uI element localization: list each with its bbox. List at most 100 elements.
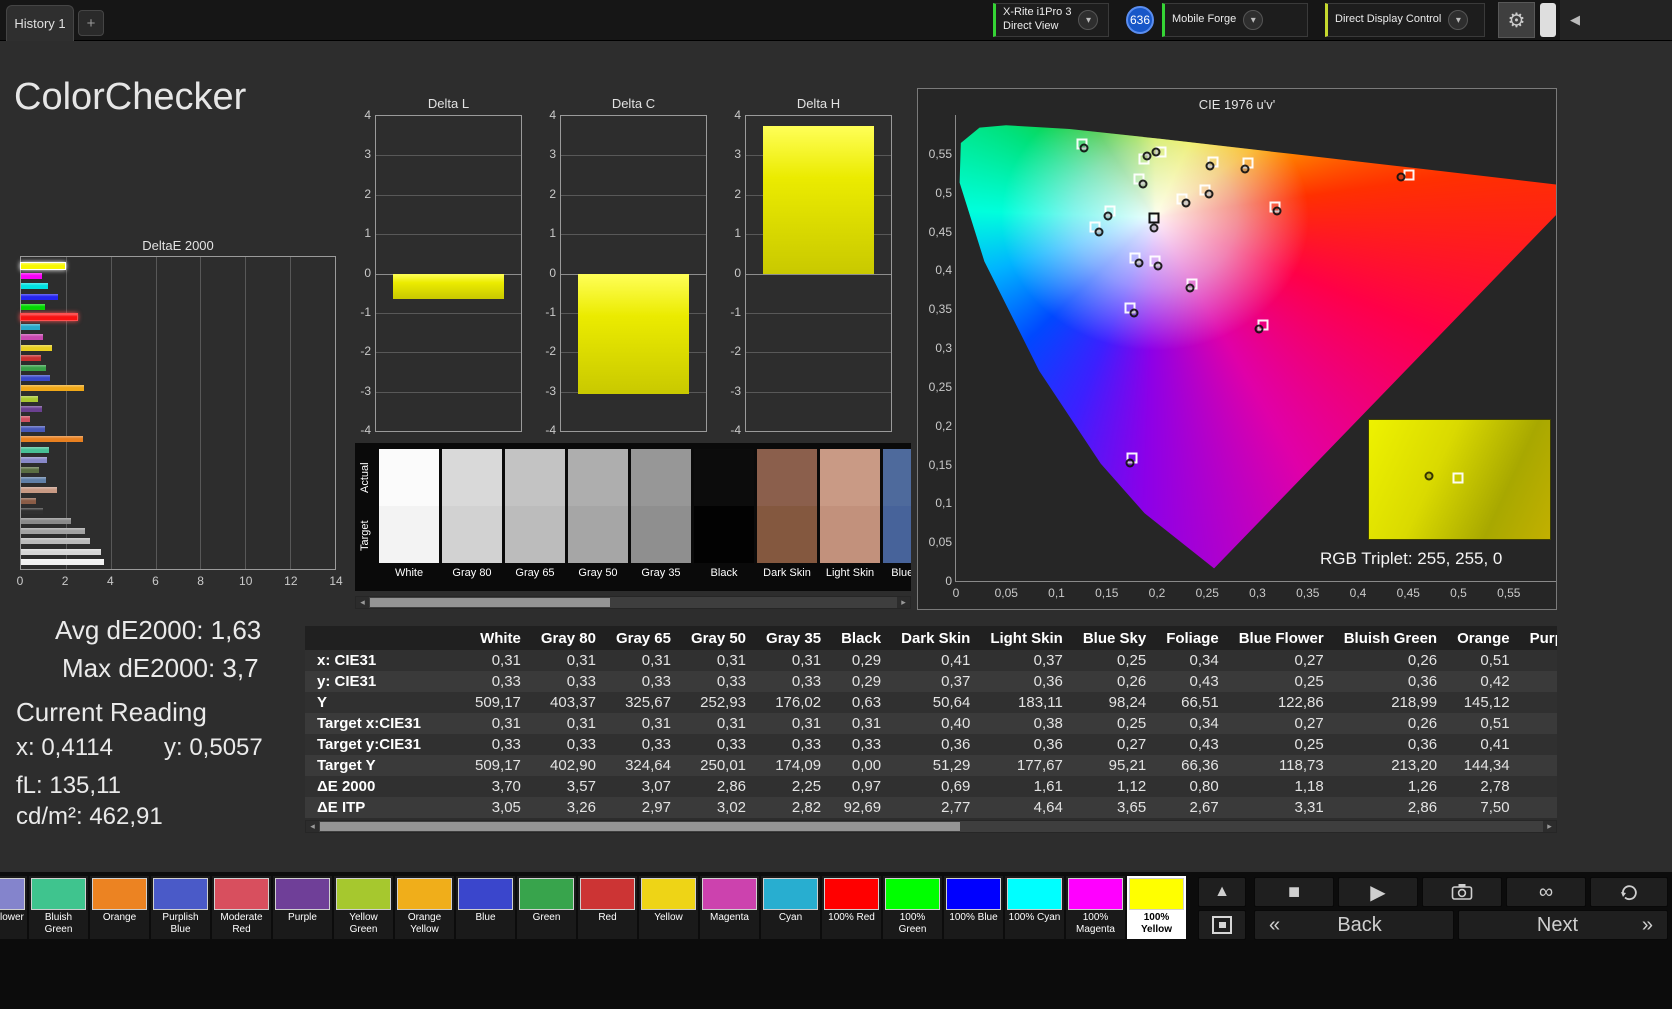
pattern-button-100-yellow[interactable]: 100% Yellow [1127,876,1186,939]
table-row-target-x-cie31: Target x:CIE310,310,310,310,310,310,310,… [305,713,1557,734]
chevron-down-icon[interactable]: ▾ [1448,10,1468,30]
scroll-right-icon[interactable]: ▸ [1543,821,1556,832]
cie-x-axis [955,581,1557,582]
stop-button[interactable]: ■ [1254,877,1334,907]
continuous-measure-button[interactable]: ∞ [1506,877,1586,907]
pattern-button-magenta[interactable]: Magenta [700,876,759,939]
table-cell: 0,22 [1520,713,1557,734]
settings-gear-button[interactable]: ⚙ [1498,2,1535,38]
panel-handle[interactable] [1540,3,1556,37]
patch-comparison-strip: Actual Target WhiteGray 80Gray 65Gray 50… [355,443,911,591]
pattern-button-100-magenta[interactable]: 100% Magenta [1066,876,1125,939]
y-tick-label: -4 [715,423,741,437]
row-label: Target x:CIE31 [305,713,465,734]
plus-icon: + [87,15,96,32]
deltae2000-x-axis: 02468101214 [20,574,336,590]
x-tick-label: 12 [284,574,297,588]
patch-gray-80: Gray 80 [442,449,502,583]
x-tick-label: 4 [107,574,114,588]
y-tick-label: 0 [530,266,556,280]
table-cell: 218,99 [1334,692,1447,713]
delta-l-bar [393,274,503,300]
cie-y-tick-label: 0,35 [922,302,952,316]
delta-c-title: Delta C [560,96,707,111]
deltae-bar-magenta [21,334,43,340]
table-scrollbar-thumb[interactable] [320,822,960,831]
pattern-window-button[interactable] [1198,910,1246,940]
col-header-dark-skin: Dark Skin [891,626,980,650]
chevron-down-icon[interactable]: ▾ [1078,10,1098,30]
table-cell: 1,61 [980,776,1073,797]
table-row--e-2000: ΔE 20003,703,573,072,862,250,970,691,611… [305,776,1557,797]
strip-scrollbar[interactable]: ◂ ▸ [355,596,911,609]
display-control-dropdown[interactable]: Direct Display Control ▾ [1325,3,1485,37]
pattern-button-100-blue[interactable]: 100% Blue [944,876,1003,939]
collapse-panel-button[interactable]: ◀ [1560,0,1672,40]
table-cell: 0,33 [681,671,756,692]
table-cell: 0,40 [891,713,980,734]
scroll-left-icon[interactable]: ◂ [306,821,319,832]
pattern-button-orange[interactable]: Orange [90,876,149,939]
pattern-button-100-red[interactable]: 100% Red [822,876,881,939]
meter-dropdown[interactable]: X-Rite i1Pro 3 Direct View ▾ [993,3,1109,37]
cie-measured-point [1154,262,1163,271]
sync-button[interactable] [1590,877,1668,907]
grid-line [376,155,521,156]
pattern-button-yellow-green[interactable]: Yellow Green [334,876,393,939]
patch-label: Light Skin [820,563,880,583]
pattern-button-blue-flower[interactable]: Blue Flower [0,876,27,939]
next-button[interactable]: Next » [1458,910,1668,940]
table-row-y-cie31: y: CIE310,330,330,330,330,330,290,370,36… [305,671,1557,692]
pattern-button-red[interactable]: Red [578,876,637,939]
cie-y-tick-label: 0,45 [922,225,952,239]
pattern-button-moderate-red[interactable]: Moderate Red [212,876,271,939]
pattern-button-purple[interactable]: Purple [273,876,332,939]
pattern-button-orange-yellow[interactable]: Orange Yellow [395,876,454,939]
pattern-up-button[interactable]: ▲ [1198,877,1246,907]
pattern-button-purplish-blue[interactable]: Purplish Blue [151,876,210,939]
table-cell: 2,25 [756,776,831,797]
patch-target-swatch [631,506,691,563]
table-cell: 509,17 [465,692,531,713]
measure-button[interactable] [1422,877,1502,907]
table-cell: 0,51 [1447,650,1520,671]
pattern-button-green[interactable]: Green [517,876,576,939]
grid-line [245,257,246,569]
pattern-button-bluish-green[interactable]: Bluish Green [29,876,88,939]
cie-measured-point [1397,173,1406,182]
patch-blue-sky: Blue Sky [883,449,911,583]
table-cell: 0,19 [1520,734,1557,755]
table-cell: 1,08 [1520,776,1557,797]
deltae-bar-blue-flower [21,457,47,463]
back-button[interactable]: « Back [1254,910,1454,940]
cie-measured-point [1254,325,1263,334]
tab-history-1[interactable]: History 1 [6,5,74,41]
patch-target-swatch [568,506,628,563]
pattern-button-100-cyan[interactable]: 100% Cyan [1005,876,1064,939]
deltae-bar-foliage [21,467,39,473]
pattern-button-100-green[interactable]: 100% Green [883,876,942,939]
pattern-button-blue[interactable]: Blue [456,876,515,939]
table-cell: 145,12 [1447,692,1520,713]
table-cell: 0,31 [531,650,606,671]
patch-target-swatch [442,506,502,563]
pattern-button-cyan[interactable]: Cyan [761,876,820,939]
table-cell: 213,20 [1334,755,1447,776]
play-button[interactable]: ▶ [1338,877,1418,907]
pattern-swatch [458,878,513,910]
next-chevron-icon: » [1642,914,1653,937]
patch-actual-swatch [883,449,911,506]
strip-scrollbar-thumb[interactable] [370,598,610,607]
table-scrollbar[interactable]: ◂ ▸ [305,820,1557,833]
cie-x-tick-label: 0,55 [1495,586,1523,600]
scroll-right-icon[interactable]: ▸ [897,597,910,608]
add-tab-button[interactable]: + [78,10,104,36]
pattern-button-yellow[interactable]: Yellow [639,876,698,939]
delta-h-bar [763,126,873,274]
scroll-left-icon[interactable]: ◂ [356,597,369,608]
measurement-table: WhiteGray 80Gray 65Gray 50Gray 35BlackDa… [305,626,1557,818]
cie-measured-point [1142,152,1151,161]
cie-y-tick-label: 0,55 [922,147,952,161]
chevron-down-icon[interactable]: ▾ [1243,10,1263,30]
source-dropdown[interactable]: Mobile Forge ▾ [1162,3,1308,37]
